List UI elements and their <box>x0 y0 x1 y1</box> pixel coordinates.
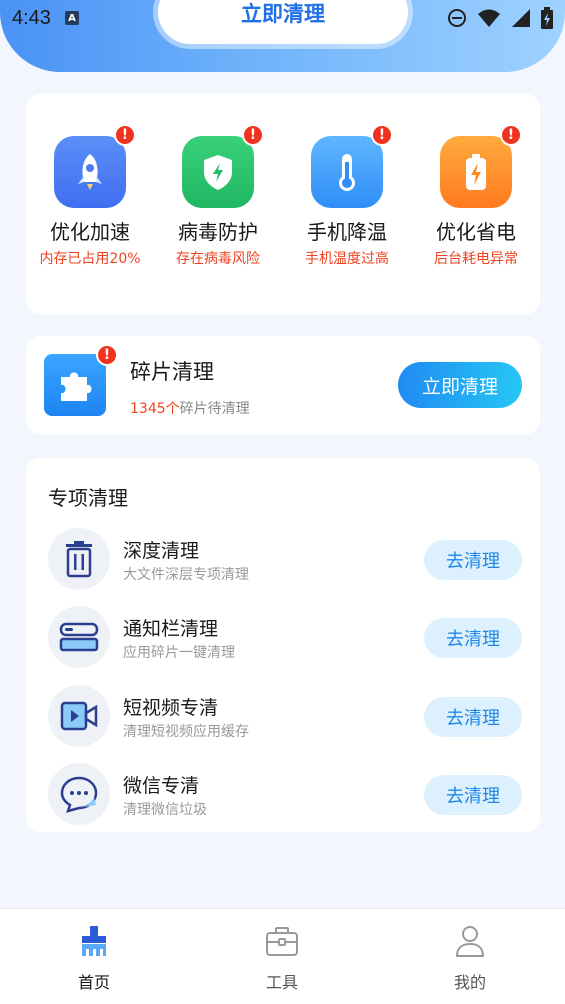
special-item-deep-clean[interactable]: 深度清理 大文件深层专项清理 去清理 <box>26 528 540 598</box>
quick-item-title: 优化省电 <box>436 220 516 244</box>
rocket-icon <box>54 136 126 208</box>
special-clean-card: 专项清理 深度清理 大文件深层专项清理 去清理 通知栏清理 应用碎片一键清理 去… <box>26 458 540 832</box>
fragment-clean-card: ! 碎片清理 1345个碎片待清理 立即清理 <box>26 336 540 434</box>
alert-badge: ! <box>242 124 264 146</box>
shield-icon <box>182 136 254 208</box>
puzzle-icon <box>44 354 106 416</box>
nav-tab-home[interactable]: 首页 <box>0 909 188 1004</box>
special-item-short-video-clean[interactable]: 短视频专清 清理短视频应用缓存 去清理 <box>26 685 540 755</box>
trash-icon <box>48 528 110 590</box>
go-clean-button[interactable]: 去清理 <box>424 540 522 580</box>
thermometer-icon <box>311 136 383 208</box>
alert-badge: ! <box>500 124 522 146</box>
toolbox-icon <box>266 927 298 956</box>
nav-label: 首页 <box>77 973 110 992</box>
notification-bar-icon <box>48 606 110 668</box>
do-not-disturb-icon <box>448 9 466 27</box>
section-title: 专项清理 <box>48 486 128 510</box>
broom-icon <box>82 926 106 956</box>
fragment-count: 1345个 <box>130 401 180 417</box>
nav-tab-tools[interactable]: 工具 <box>188 909 376 1004</box>
special-item-wechat-clean[interactable]: 微信专清 清理微信垃圾 去清理 <box>26 763 540 833</box>
status-bar: 4:43 A <box>0 0 565 36</box>
go-clean-button[interactable]: 去清理 <box>424 697 522 737</box>
battery-icon <box>440 136 512 208</box>
go-clean-button[interactable]: 去清理 <box>424 618 522 658</box>
special-item-desc: 清理微信垃圾 <box>123 802 207 818</box>
nav-label: 我的 <box>453 973 486 992</box>
nav-tab-profile[interactable]: 我的 <box>376 909 564 1004</box>
special-item-desc: 大文件深层专项清理 <box>123 567 249 583</box>
bottom-navigation: 首页 工具 我的 <box>0 908 565 1004</box>
special-item-desc: 应用碎片一键清理 <box>123 645 235 661</box>
quick-item-title: 手机降温 <box>307 220 387 244</box>
signal-icon <box>512 9 530 27</box>
fragment-title: 碎片清理 <box>130 360 214 384</box>
go-clean-button[interactable]: 去清理 <box>424 775 522 815</box>
alert-badge: ! <box>371 124 393 146</box>
wifi-icon <box>478 9 500 27</box>
battery-status-icon <box>541 7 553 29</box>
fragment-clean-button[interactable]: 立即清理 <box>398 362 522 408</box>
quick-functions-card: ! 优化加速 内存已占用20% ! 病毒防护 存在病毒风险 ! 手机降温 手机温… <box>26 94 540 314</box>
special-item-desc: 清理短视频应用缓存 <box>123 724 249 740</box>
special-item-name: 短视频专清 <box>123 697 219 719</box>
fragment-subtitle: 1345个碎片待清理 <box>130 398 250 418</box>
fragment-subtitle-text: 碎片待清理 <box>179 401 250 417</box>
quick-item-subtitle: 内存已占用20% <box>39 251 141 267</box>
alert-badge: ! <box>96 344 118 366</box>
special-item-name: 通知栏清理 <box>123 618 219 640</box>
quick-item-subtitle: 手机温度过高 <box>305 251 389 267</box>
special-item-notification-clean[interactable]: 通知栏清理 应用碎片一键清理 去清理 <box>26 606 540 676</box>
quick-item-subtitle: 后台耗电异常 <box>434 251 518 267</box>
alert-badge: ! <box>114 124 136 146</box>
status-time: 4:43 <box>12 6 51 29</box>
video-icon <box>48 685 110 747</box>
nav-label: 工具 <box>265 973 298 992</box>
special-item-name: 微信专清 <box>123 775 200 797</box>
notification-app-icon: A <box>64 11 79 25</box>
chat-icon <box>48 763 110 825</box>
user-icon <box>455 926 485 957</box>
quick-item-title: 优化加速 <box>50 220 130 244</box>
special-item-name: 深度清理 <box>123 540 200 562</box>
quick-item-subtitle: 存在病毒风险 <box>176 251 260 267</box>
quick-item-title: 病毒防护 <box>178 220 258 244</box>
